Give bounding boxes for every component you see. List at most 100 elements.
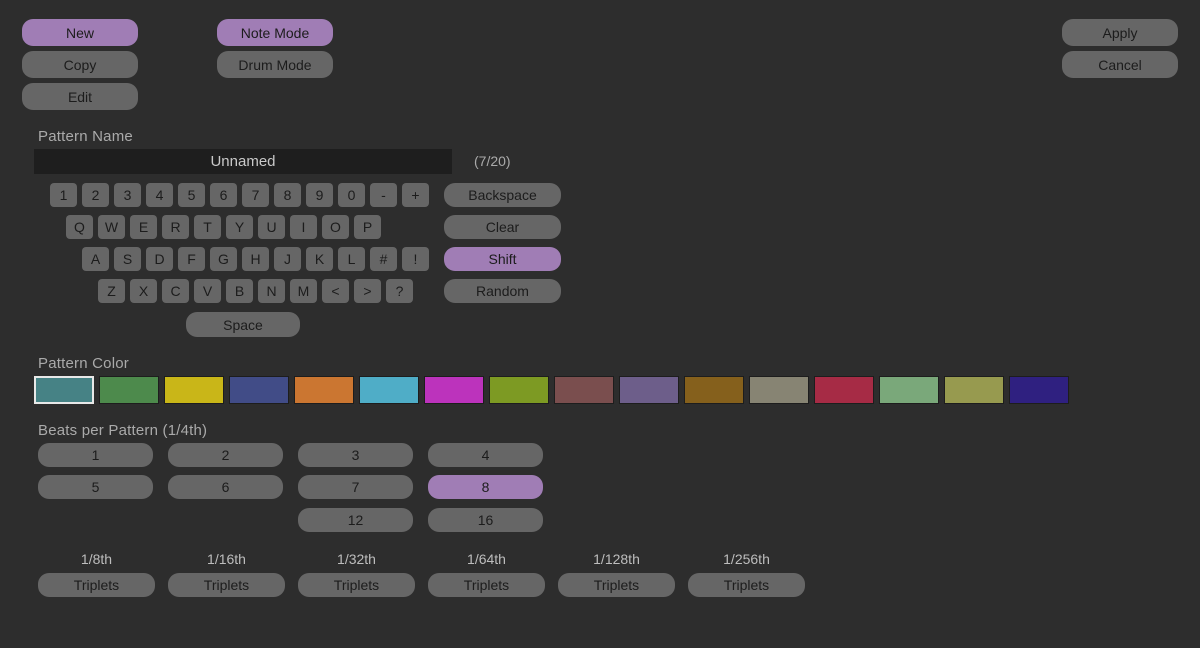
key-sym[interactable]: + [402, 183, 429, 207]
triplets-button-1-64th[interactable]: Triplets [428, 573, 545, 597]
triplet-division-label-0: 1/8th [80, 551, 113, 567]
beats-option-12[interactable]: 12 [298, 508, 413, 532]
key-sym[interactable]: > [354, 279, 381, 303]
key-k[interactable]: K [306, 247, 333, 271]
random-key[interactable]: Random [444, 279, 561, 303]
color-swatch-7[interactable] [489, 376, 549, 404]
color-swatch-2[interactable] [164, 376, 224, 404]
key-p[interactable]: P [354, 215, 381, 239]
key-6[interactable]: 6 [210, 183, 237, 207]
key-5[interactable]: 5 [178, 183, 205, 207]
character-count: (7/20) [474, 153, 511, 169]
color-swatch-14[interactable] [944, 376, 1004, 404]
key-z[interactable]: Z [98, 279, 125, 303]
key-j[interactable]: J [274, 247, 301, 271]
color-swatch-0[interactable] [34, 376, 94, 404]
apply-button-label: Apply [1102, 24, 1138, 41]
pattern-name-input[interactable]: Unnamed [34, 149, 452, 174]
key-sym[interactable]: ! [402, 247, 429, 271]
triplets-button-1-256th[interactable]: Triplets [688, 573, 805, 597]
key-7[interactable]: 7 [242, 183, 269, 207]
triplet-division-label-1: 1/16th [207, 551, 246, 567]
color-swatch-15[interactable] [1009, 376, 1069, 404]
key-b[interactable]: B [226, 279, 253, 303]
beats-option-3[interactable]: 3 [298, 443, 413, 467]
color-swatch-9[interactable] [619, 376, 679, 404]
key-y[interactable]: Y [226, 215, 253, 239]
apply-button[interactable]: Apply [1062, 19, 1178, 46]
edit-button[interactable]: Edit [22, 83, 138, 110]
key-sym[interactable]: ? [386, 279, 413, 303]
cancel-button[interactable]: Cancel [1062, 51, 1178, 78]
key-sym[interactable]: # [370, 247, 397, 271]
beats-option-8[interactable]: 8 [428, 475, 543, 499]
color-swatch-12[interactable] [814, 376, 874, 404]
key-2[interactable]: 2 [82, 183, 109, 207]
triplets-button-1-8th[interactable]: Triplets [38, 573, 155, 597]
color-swatch-4[interactable] [294, 376, 354, 404]
key-v[interactable]: V [194, 279, 221, 303]
key-m[interactable]: M [290, 279, 317, 303]
beats-option-2[interactable]: 2 [168, 443, 283, 467]
clear-key[interactable]: Clear [444, 215, 561, 239]
note-mode-button[interactable]: Note Mode [217, 19, 333, 46]
drum-mode-button[interactable]: Drum Mode [217, 51, 333, 78]
new-button-label: New [65, 24, 94, 41]
color-swatch-3[interactable] [229, 376, 289, 404]
shift-key[interactable]: Shift [444, 247, 561, 271]
key-space[interactable]: Space [186, 312, 300, 337]
key-w[interactable]: W [98, 215, 125, 239]
key-t[interactable]: T [194, 215, 221, 239]
key-0[interactable]: 0 [338, 183, 365, 207]
backspace-key[interactable]: Backspace [444, 183, 561, 207]
color-swatch-13[interactable] [879, 376, 939, 404]
key-a[interactable]: A [82, 247, 109, 271]
key-4[interactable]: 4 [146, 183, 173, 207]
key-i[interactable]: I [290, 215, 317, 239]
key-8[interactable]: 8 [274, 183, 301, 207]
color-swatch-5[interactable] [359, 376, 419, 404]
edit-button-label: Edit [67, 88, 93, 105]
triplets-button-1-128th[interactable]: Triplets [558, 573, 675, 597]
beats-option-6[interactable]: 6 [168, 475, 283, 499]
key-s[interactable]: S [114, 247, 141, 271]
triplets-button-1-32th[interactable]: Triplets [298, 573, 415, 597]
beats-option-16[interactable]: 16 [428, 508, 543, 532]
key-x[interactable]: X [130, 279, 157, 303]
key-r[interactable]: R [162, 215, 189, 239]
beats-option-4[interactable]: 4 [428, 443, 543, 467]
color-swatch-10[interactable] [684, 376, 744, 404]
key-c[interactable]: C [162, 279, 189, 303]
key-9[interactable]: 9 [306, 183, 333, 207]
key-n[interactable]: N [258, 279, 285, 303]
pattern-color-label: Pattern Color [38, 355, 129, 372]
key-e[interactable]: E [130, 215, 157, 239]
key-1[interactable]: 1 [50, 183, 77, 207]
key-u[interactable]: U [258, 215, 285, 239]
key-o[interactable]: O [322, 215, 349, 239]
beats-option-5[interactable]: 5 [38, 475, 153, 499]
key-sym[interactable]: < [322, 279, 349, 303]
beats-option-1[interactable]: 1 [38, 443, 153, 467]
key-d[interactable]: D [146, 247, 173, 271]
copy-button[interactable]: Copy [22, 51, 138, 78]
triplets-button-1-16th[interactable]: Triplets [168, 573, 285, 597]
key-l[interactable]: L [338, 247, 365, 271]
key-sym[interactable]: - [370, 183, 397, 207]
beats-option-7[interactable]: 7 [298, 475, 413, 499]
drum-mode-label: Drum Mode [238, 56, 312, 73]
triplet-division-label-3: 1/64th [467, 551, 506, 567]
color-swatch-11[interactable] [749, 376, 809, 404]
key-3[interactable]: 3 [114, 183, 141, 207]
key-q[interactable]: Q [66, 215, 93, 239]
color-swatch-6[interactable] [424, 376, 484, 404]
cancel-button-label: Cancel [1098, 56, 1142, 73]
key-h[interactable]: H [242, 247, 269, 271]
key-g[interactable]: G [210, 247, 237, 271]
color-swatch-1[interactable] [99, 376, 159, 404]
beats-per-pattern-label: Beats per Pattern (1/4th) [38, 422, 208, 439]
pattern-name-label: Pattern Name [38, 128, 133, 145]
color-swatch-8[interactable] [554, 376, 614, 404]
new-button[interactable]: New [22, 19, 138, 46]
key-f[interactable]: F [178, 247, 205, 271]
